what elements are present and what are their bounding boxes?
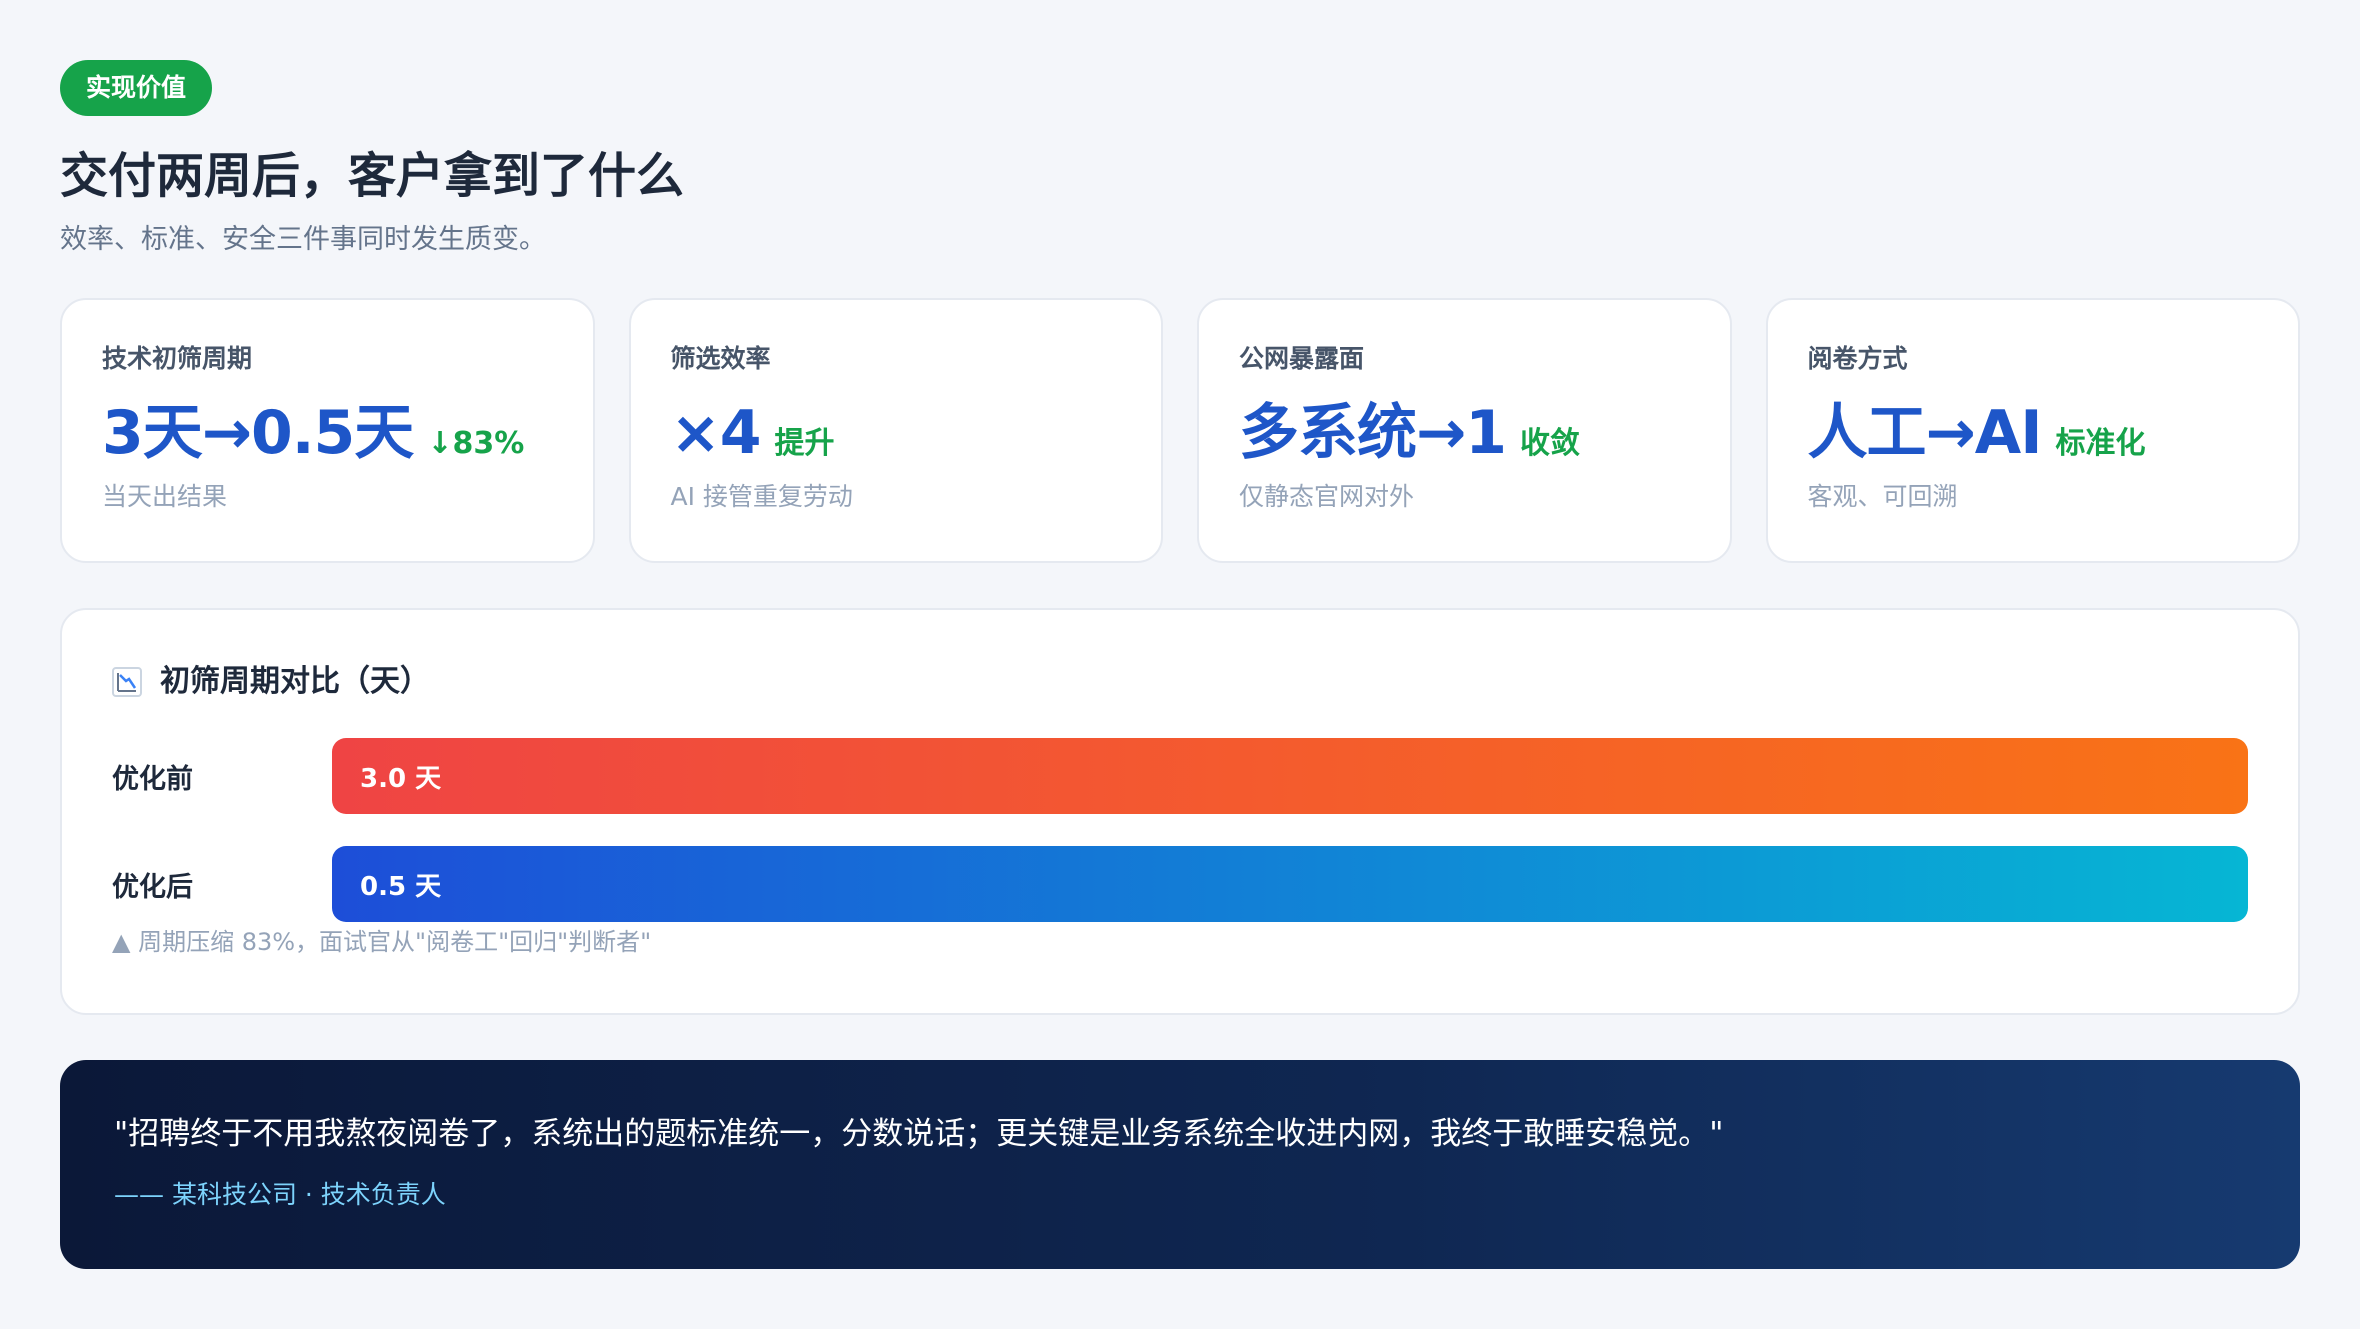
bar-category-label: 优化前 [112, 763, 193, 795]
metric-value-row: 人工→AI 标准化 [1808, 398, 2259, 468]
customer-quote: "招聘终于不用我熬夜阅卷了，系统出的题标准统一，分数说话；更关键是业务系统全收进… [60, 1060, 2300, 1269]
metric-value-row: 多系统→1 收敛 [1239, 398, 1690, 468]
metric-note: 客观、可回溯 [1807, 482, 1958, 511]
metric-label: 公网暴露面 [1239, 344, 1365, 373]
metric-note: 仅静态官网对外 [1239, 482, 1415, 511]
metric-note: AI 接管重复劳动 [670, 482, 853, 511]
bar-row-after: 优化后 0.5 天 [112, 846, 2248, 922]
bar-after: 0.5 天 [332, 846, 2248, 922]
metric-badge: ↓83% [427, 426, 525, 461]
cycle-comparison-chart: 初筛周期对比（天） 优化前 3.0 天 优化后 0.5 天 ▲ 周期压缩 83%… [60, 608, 2300, 1015]
section-tag: 实现价值 [60, 60, 213, 116]
metric-label: 阅卷方式 [1807, 344, 1908, 373]
metric-card-screening-cycle: 技术初筛周期 3天→0.5天 ↓83% 当天出结果 [60, 298, 595, 563]
bar-value-label: 0.5 天 [360, 871, 442, 902]
quote-author: —— 某科技公司 · 技术负责人 [114, 1180, 446, 1209]
metric-card-exposure: 公网暴露面 多系统→1 收敛 仅静态官网对外 [1197, 298, 1732, 563]
metric-label: 筛选效率 [670, 344, 771, 373]
metric-card-grading: 阅卷方式 人工→AI 标准化 客观、可回溯 [1765, 298, 2300, 563]
metric-cards: 技术初筛周期 3天→0.5天 ↓83% 当天出结果 筛选效率 ×4 提升 AI … [60, 298, 2300, 563]
bar-row-before: 优化前 3.0 天 [112, 738, 2248, 814]
metric-note: 当天出结果 [102, 482, 228, 511]
metric-value: 多系统→1 [1239, 398, 1507, 468]
metric-badge: 提升 [774, 426, 835, 461]
metric-value: 3天→0.5天 [102, 398, 414, 468]
metric-value: 人工→AI [1807, 398, 2043, 468]
page-title: 交付两周后，客户拿到了什么 [60, 148, 685, 204]
metric-value-row: 3天→0.5天 ↓83% [102, 398, 553, 468]
chart-note: ▲ 周期压缩 83%，面试官从"阅卷工"回归"判断者" [112, 928, 652, 956]
metric-card-efficiency: 筛选效率 ×4 提升 AI 接管重复劳动 [628, 298, 1163, 563]
bar-value-label: 3.0 天 [360, 763, 442, 794]
bar-track: 0.5 天 [332, 846, 2248, 922]
metric-value: ×4 [670, 398, 762, 468]
metric-label: 技术初筛周期 [102, 344, 253, 373]
metric-badge: 收敛 [1520, 426, 1581, 461]
quote-text: "招聘终于不用我熬夜阅卷了，系统出的题标准统一，分数说话；更关键是业务系统全收进… [114, 1116, 1724, 1152]
bar-track: 3.0 天 [332, 738, 2248, 814]
bar-before: 3.0 天 [332, 738, 2248, 814]
chart-title: 初筛周期对比（天） [160, 664, 430, 699]
chart-bars: 优化前 3.0 天 优化后 0.5 天 [112, 738, 2248, 922]
page-subtitle: 效率、标准、安全三件事同时发生质变。 [60, 224, 546, 255]
chart-title-row: 初筛周期对比（天） [112, 662, 2248, 702]
page: 实现价值 交付两周后，客户拿到了什么 效率、标准、安全三件事同时发生质变。 技术… [0, 0, 2360, 1329]
bar-category-label: 优化后 [112, 871, 193, 903]
metric-badge: 标准化 [2055, 426, 2146, 461]
metric-value-row: ×4 提升 [671, 398, 1122, 468]
chart-down-icon [112, 667, 142, 697]
